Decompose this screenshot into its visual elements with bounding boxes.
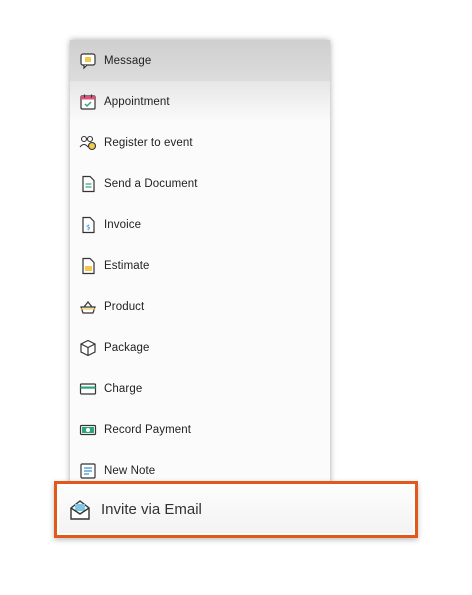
invite-via-email-label: Invite via Email (101, 501, 202, 518)
svg-text:$: $ (86, 223, 90, 231)
menu-item-label: Charge (104, 382, 143, 395)
menu-item-label: Send a Document (104, 177, 198, 190)
menu-item-label: Invoice (104, 218, 142, 231)
menu-item-package[interactable]: Package (70, 327, 330, 368)
message-icon (78, 51, 98, 71)
menu-item-register-to-event[interactable]: Register to event (70, 122, 330, 163)
invite-via-email-row[interactable]: Invite via Email (59, 486, 413, 533)
action-menu: Message Appointment Register to event Se… (70, 40, 330, 490)
menu-item-label: Register to event (104, 136, 193, 149)
people-icon (78, 133, 98, 153)
menu-item-label: New Note (104, 464, 156, 477)
envelope-icon (67, 497, 93, 523)
menu-item-label: Message (104, 54, 152, 67)
document-icon (78, 174, 98, 194)
menu-item-message[interactable]: Message (70, 40, 330, 81)
note-icon (78, 461, 98, 481)
menu-item-record-payment[interactable]: Record Payment (70, 409, 330, 450)
invoice-icon: $ (78, 215, 98, 235)
cash-icon (78, 420, 98, 440)
menu-item-label: Record Payment (104, 423, 192, 436)
menu-item-invoice[interactable]: $ Invoice (70, 204, 330, 245)
calendar-icon (78, 92, 98, 112)
menu-item-charge[interactable]: Charge (70, 368, 330, 409)
credit-card-icon (78, 379, 98, 399)
estimate-icon (78, 256, 98, 276)
menu-item-invite-via-email[interactable]: Invite via Email (54, 481, 418, 538)
menu-item-send-a-document[interactable]: Send a Document (70, 163, 330, 204)
package-icon (78, 338, 98, 358)
menu-item-estimate[interactable]: Estimate (70, 245, 330, 286)
menu-item-label: Package (104, 341, 150, 354)
menu-item-label: Appointment (104, 95, 170, 108)
menu-item-appointment[interactable]: Appointment (70, 81, 330, 122)
menu-item-label: Estimate (104, 259, 150, 272)
menu-item-label: Product (104, 300, 145, 313)
basket-icon (78, 297, 98, 317)
menu-item-product[interactable]: Product (70, 286, 330, 327)
